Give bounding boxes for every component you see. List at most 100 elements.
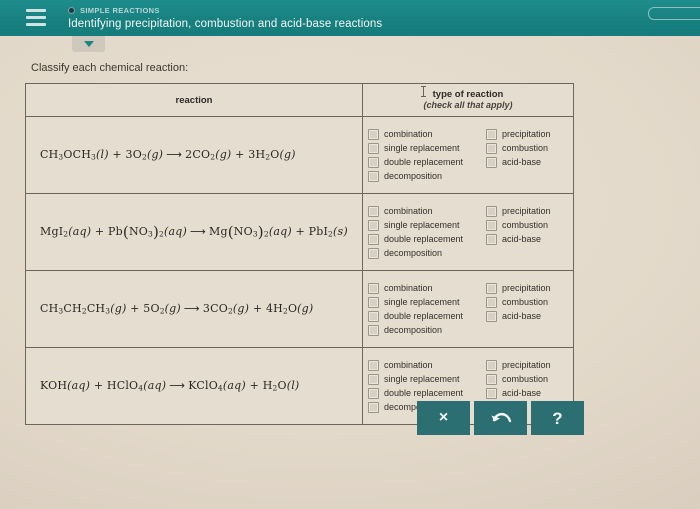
checkbox-icon[interactable]	[486, 373, 497, 385]
checkbox-icon[interactable]	[368, 156, 379, 168]
checkbox-label: single replacement	[384, 297, 460, 307]
checkbox-option-precipitation-row-3[interactable]: precipitation	[486, 282, 573, 294]
checkbox-option-combination-row-1[interactable]: combination	[368, 128, 486, 140]
checkbox-option-acid-base-row-4[interactable]: acid-base	[486, 387, 573, 399]
checkbox-option-single-replacement-row-2[interactable]: single replacement	[368, 219, 486, 231]
checkbox-icon[interactable]	[368, 387, 379, 399]
checkbox-group: combination precipitation single replaceme…	[368, 127, 573, 183]
checkbox-label: double replacement	[384, 311, 464, 321]
checkbox-option-decomposition-row-2[interactable]: decomposition	[368, 247, 486, 259]
checkbox-icon[interactable]	[486, 219, 497, 231]
hamburger-menu-icon[interactable]	[26, 9, 46, 26]
checkbox-label: combination	[384, 129, 433, 139]
checkbox-group: combination precipitation single replaceme…	[368, 204, 573, 260]
checkbox-label: double replacement	[384, 157, 464, 167]
checkbox-option-combustion-row-1[interactable]: combustion	[486, 142, 573, 154]
undo-button[interactable]	[474, 401, 527, 435]
checkbox-icon[interactable]	[486, 296, 497, 308]
checkbox-icon[interactable]	[486, 282, 497, 294]
checkbox-label: combination	[384, 360, 433, 370]
reaction-type-options-cell: combination precipitation single replaceme…	[362, 116, 574, 194]
checkbox-icon[interactable]	[368, 247, 379, 259]
checkbox-label: combustion	[502, 143, 549, 153]
column-header-reaction: reaction	[25, 83, 363, 117]
table-row: CH3OCH3(l) + 3O2(g) ⟶ 2CO2(g) + 3H2O(g) com…	[25, 116, 574, 194]
checkbox-option-double-replacement-row-4[interactable]: double replacement	[368, 387, 486, 399]
checkbox-icon[interactable]	[486, 233, 497, 245]
checkbox-label: precipitation	[502, 360, 551, 370]
checkbox-option-decomposition-row-3[interactable]: decomposition	[368, 324, 486, 336]
checkbox-icon[interactable]	[368, 373, 379, 385]
checkbox-group: combination precipitation single replaceme…	[368, 281, 573, 337]
checkbox-option-combination-row-3[interactable]: combination	[368, 282, 486, 294]
checkbox-label: acid-base	[502, 311, 542, 321]
checkbox-label: acid-base	[502, 157, 542, 167]
caret-down-icon	[83, 41, 94, 47]
column-header-type-main: type of reaction	[432, 88, 504, 100]
reaction-type-options-cell: combination precipitation single replaceme…	[362, 193, 574, 271]
reaction-type-options-cell: combination precipitation single replaceme…	[362, 270, 574, 348]
page-title: Identifying precipitation, combustion an…	[68, 18, 383, 30]
question-mark-icon: ?	[552, 408, 563, 428]
checkbox-icon[interactable]	[368, 233, 379, 245]
header-kicker-label: SIMPLE REACTIONS	[80, 5, 160, 15]
panel-collapse-toggle[interactable]	[72, 36, 105, 52]
checkbox-option-acid-base-row-2[interactable]: acid-base	[486, 233, 573, 245]
checkbox-icon[interactable]	[486, 142, 497, 154]
checkbox-option-combination-row-2[interactable]: combination	[368, 205, 486, 217]
checkbox-label: double replacement	[384, 234, 464, 244]
checkbox-icon[interactable]	[486, 128, 497, 140]
clear-button[interactable]: ×	[417, 401, 470, 435]
checkbox-icon[interactable]	[368, 219, 379, 231]
checkbox-option-acid-base-row-3[interactable]: acid-base	[486, 310, 573, 322]
checkbox-icon[interactable]	[486, 205, 497, 217]
checkbox-label: acid-base	[502, 234, 542, 244]
checkbox-icon[interactable]	[368, 170, 379, 182]
checkbox-icon[interactable]	[368, 142, 379, 154]
checkbox-label: decomposition	[384, 171, 443, 181]
checkbox-option-decomposition-row-1[interactable]: decomposition	[368, 170, 486, 182]
checkbox-icon[interactable]	[368, 205, 379, 217]
checkbox-icon[interactable]	[486, 387, 497, 399]
checkbox-option-precipitation-row-1[interactable]: precipitation	[486, 128, 573, 140]
checkbox-icon[interactable]	[368, 324, 379, 336]
reaction-equation: MgI2(aq) + Pb(NO3)2(aq) ⟶ Mg(NO3)2(aq) + P…	[40, 223, 348, 241]
checkbox-icon[interactable]	[368, 296, 379, 308]
checkbox-label: double replacement	[384, 388, 464, 398]
checkbox-icon[interactable]	[368, 359, 379, 371]
checkbox-icon[interactable]	[368, 282, 379, 294]
rounded-pill-outline-icon[interactable]	[648, 7, 700, 20]
checkbox-label: single replacement	[384, 220, 460, 230]
checkbox-option-single-replacement-row-4[interactable]: single replacement	[368, 373, 486, 385]
checkbox-option-precipitation-row-2[interactable]: precipitation	[486, 205, 573, 217]
checkbox-option-combustion-row-2[interactable]: combustion	[486, 219, 573, 231]
checkbox-icon[interactable]	[486, 359, 497, 371]
help-button[interactable]: ?	[531, 401, 584, 435]
checkbox-option-single-replacement-row-1[interactable]: single replacement	[368, 142, 486, 154]
checkbox-label: combination	[384, 206, 433, 216]
checkbox-label: combustion	[502, 374, 549, 384]
checkbox-option-double-replacement-row-2[interactable]: double replacement	[368, 233, 486, 245]
checkbox-icon[interactable]	[368, 401, 379, 413]
checkbox-option-combination-row-4[interactable]: combination	[368, 359, 486, 371]
table-header-row: reaction type of reaction (check all tha…	[25, 83, 574, 117]
checkbox-option-precipitation-row-4[interactable]: precipitation	[486, 359, 573, 371]
checkbox-label: combination	[384, 283, 433, 293]
checkbox-option-double-replacement-row-1[interactable]: double replacement	[368, 156, 486, 168]
checkbox-icon[interactable]	[368, 310, 379, 322]
checkbox-option-combustion-row-3[interactable]: combustion	[486, 296, 573, 308]
checkbox-icon[interactable]	[368, 128, 379, 140]
app-header: SIMPLE REACTIONS Identifying precipitati…	[0, 0, 700, 36]
checkbox-icon[interactable]	[486, 156, 497, 168]
checkbox-label: combustion	[502, 297, 549, 307]
reaction-classification-table: reaction type of reaction (check all tha…	[25, 83, 574, 425]
checkbox-option-single-replacement-row-3[interactable]: single replacement	[368, 296, 486, 308]
header-text-block: SIMPLE REACTIONS Identifying precipitati…	[68, 4, 382, 30]
checkbox-icon[interactable]	[486, 310, 497, 322]
checkbox-option-double-replacement-row-3[interactable]: double replacement	[368, 310, 486, 322]
checkbox-option-combustion-row-4[interactable]: combustion	[486, 373, 573, 385]
column-header-type-sub: (check all that apply)	[423, 99, 513, 110]
checkbox-label: precipitation	[502, 283, 551, 293]
checkbox-option-acid-base-row-1[interactable]: acid-base	[486, 156, 573, 168]
instruction-text: Classify each chemical reaction:	[31, 62, 189, 74]
